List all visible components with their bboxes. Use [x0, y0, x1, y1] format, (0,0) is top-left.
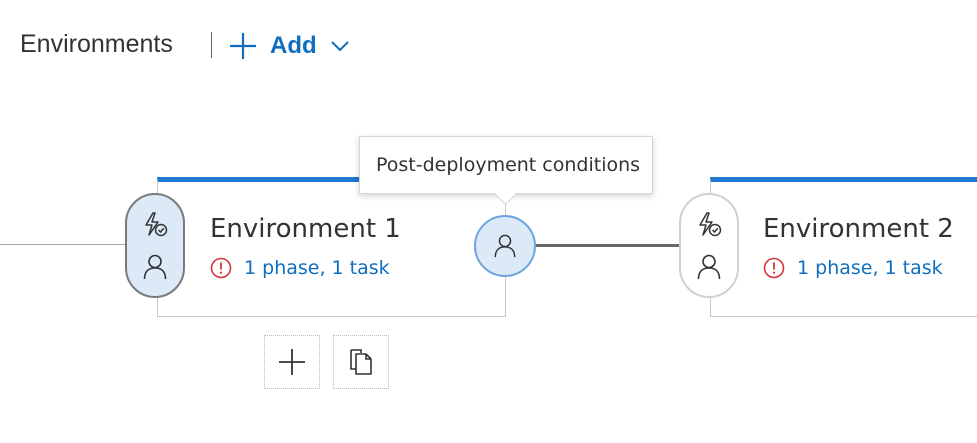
error-circle-icon: [763, 257, 785, 279]
environment-name[interactable]: Environment 2: [763, 214, 954, 244]
person-icon: [494, 234, 516, 258]
clone-environment-button[interactable]: [333, 335, 389, 389]
add-button[interactable]: Add: [228, 30, 351, 62]
lightning-check-icon: [145, 211, 168, 236]
artifact-connector-line: [0, 244, 126, 245]
post-deployment-conditions-1[interactable]: [474, 215, 536, 277]
pre-deployment-conditions-1[interactable]: [125, 193, 185, 298]
environment-card-1[interactable]: [157, 177, 506, 317]
chevron-down-icon[interactable]: [329, 35, 351, 57]
add-environment-button[interactable]: [264, 335, 320, 389]
environment-status-text: 1 phase, 1 task: [797, 257, 943, 279]
person-icon: [697, 254, 721, 279]
environment-status-link[interactable]: 1 phase, 1 task: [210, 257, 390, 279]
environment-name[interactable]: Environment 1: [210, 214, 401, 244]
page-title: Environments: [20, 30, 173, 58]
person-icon: [143, 254, 167, 279]
plus-icon: [279, 349, 305, 375]
error-circle-icon: [210, 257, 232, 279]
environment-card-2[interactable]: [710, 177, 977, 317]
environment-connector-line: [536, 244, 680, 247]
lightning-check-icon: [699, 211, 722, 236]
plus-icon: [230, 33, 256, 59]
clone-icon: [350, 349, 372, 375]
environment-status-link[interactable]: 1 phase, 1 task: [763, 257, 943, 279]
header-divider: [211, 32, 212, 58]
environment-status-text: 1 phase, 1 task: [244, 257, 390, 279]
pre-deployment-conditions-2[interactable]: [679, 193, 739, 298]
add-button-label: Add: [270, 32, 317, 59]
